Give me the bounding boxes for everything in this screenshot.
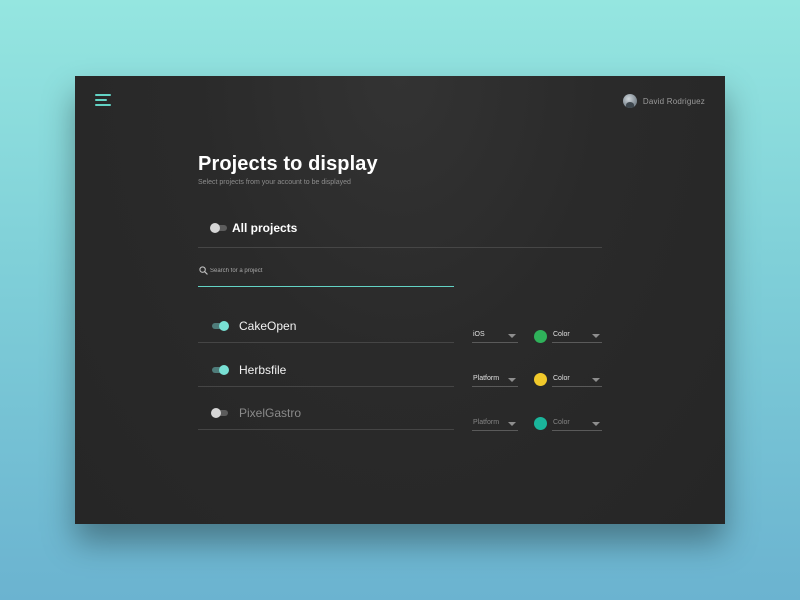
- platform-select-cakeopen[interactable]: iOS: [472, 330, 518, 343]
- platform-value: iOS: [473, 331, 485, 338]
- menu-line: [95, 99, 107, 101]
- projects-panel: David Rodriguez Projects to display Sele…: [75, 76, 725, 524]
- project-row-cakeopen: CakeOpen: [198, 314, 454, 343]
- user-name: David Rodriguez: [642, 96, 705, 106]
- color-swatch-pixelgastro[interactable]: [534, 417, 547, 430]
- project-toggle-pixelgastro[interactable]: [211, 408, 228, 418]
- user-menu[interactable]: David Rodriguez: [622, 94, 705, 108]
- chevron-down-icon: [592, 378, 600, 382]
- project-row-herbsfile: Herbsfile: [198, 358, 454, 387]
- color-swatch-cakeopen[interactable]: [534, 330, 547, 343]
- color-select-label: Color: [553, 331, 570, 338]
- platform-value: Platform: [473, 419, 500, 426]
- platform-value: Platform: [473, 375, 500, 382]
- all-projects-label: All projects: [232, 221, 298, 235]
- menu-line: [95, 94, 111, 96]
- page-title: Projects to display: [198, 153, 378, 175]
- menu-line: [95, 104, 111, 106]
- platform-select-herbsfile[interactable]: Platform: [472, 374, 518, 387]
- project-name: Herbsfile: [239, 363, 287, 377]
- chevron-down-icon: [592, 334, 600, 338]
- project-toggle-cakeopen[interactable]: [212, 321, 229, 331]
- search-icon: [199, 266, 208, 275]
- toggle-knob: [210, 223, 220, 233]
- toggle-knob: [219, 321, 229, 331]
- chevron-down-icon: [508, 378, 516, 382]
- color-select-pixelgastro[interactable]: Color: [552, 418, 602, 431]
- platform-select-pixelgastro[interactable]: Platform: [472, 418, 518, 431]
- chevron-down-icon: [592, 422, 600, 426]
- color-select-cakeopen[interactable]: Color: [552, 330, 602, 343]
- toggle-knob: [219, 365, 229, 375]
- all-projects-row: All projects: [198, 217, 602, 248]
- project-row-pixelgastro: PixelGastro: [198, 401, 454, 430]
- color-select-label: Color: [553, 419, 570, 426]
- page-subtitle: Select projects from your account to be …: [198, 179, 351, 186]
- chevron-down-icon: [508, 334, 516, 338]
- color-swatch-herbsfile[interactable]: [534, 373, 547, 386]
- search-input[interactable]: [210, 265, 440, 277]
- toggle-knob: [211, 408, 221, 418]
- color-select-label: Color: [553, 375, 570, 382]
- search-field[interactable]: [198, 262, 454, 287]
- color-select-herbsfile[interactable]: Color: [552, 374, 602, 387]
- chevron-down-icon: [508, 422, 516, 426]
- user-avatar-icon: [622, 94, 637, 108]
- project-toggle-herbsfile[interactable]: [212, 365, 229, 375]
- hamburger-menu-icon[interactable]: [95, 94, 111, 107]
- project-name: CakeOpen: [239, 319, 297, 333]
- all-projects-toggle[interactable]: [210, 223, 227, 233]
- project-name: PixelGastro: [239, 406, 302, 420]
